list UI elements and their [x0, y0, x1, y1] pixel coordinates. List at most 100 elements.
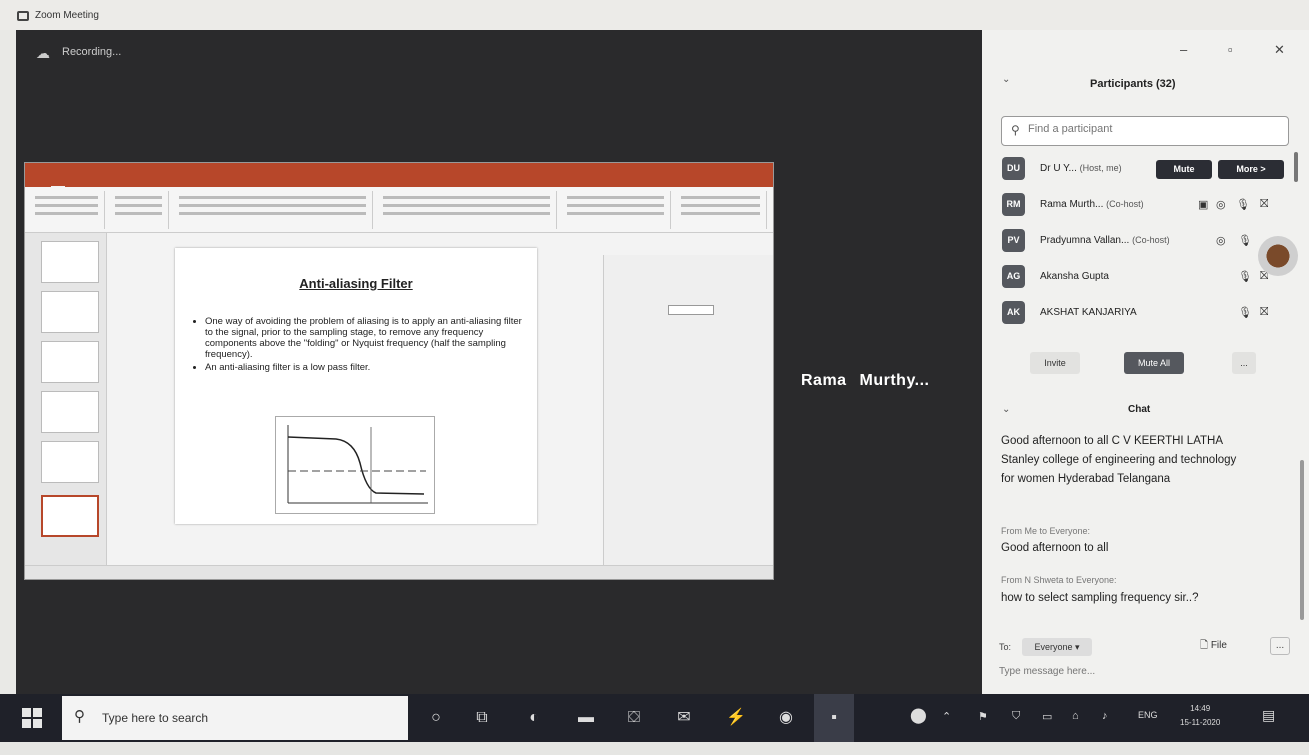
participant-name: Rama Murth... [1040, 199, 1104, 210]
participant-name: Dr U Y... [1040, 163, 1077, 174]
microphone-icon: 🎙 [1236, 199, 1250, 211]
taskbar-search-box[interactable]: ⚲ Type here to search [62, 696, 408, 740]
participant-row[interactable]: PV Pradyumna Vallan... (Co-host) ◎ 🎙 [998, 224, 1298, 258]
minimize-icon[interactable]: – [1180, 42, 1187, 57]
slide-bullet: One way of avoiding the problem of alias… [205, 316, 525, 360]
participant-role: (Co-host) [1106, 199, 1144, 209]
system-clock[interactable]: 14:49 15-11-2020 [1180, 702, 1220, 730]
language-indicator[interactable]: ENG [1138, 710, 1158, 720]
shield-icon[interactable]: ⛉ [1012, 710, 1020, 723]
invite-button[interactable]: Invite [1030, 352, 1080, 374]
participant-row[interactable]: DU Dr U Y... (Host, me) Mute More > [998, 152, 1298, 186]
chevron-down-icon[interactable]: ⌄ [1002, 74, 1010, 85]
chat-title: Chat [1128, 404, 1151, 415]
chat-message-input[interactable] [999, 666, 1289, 677]
tray-app-icon[interactable]: ⬤ [910, 706, 927, 724]
participant-row[interactable]: AK AKSHAT KANJARIYA 🎙 ⛝ [998, 296, 1298, 330]
chevron-down-icon[interactable]: ⌄ [1002, 404, 1010, 415]
recording-icon: ◎ [1216, 199, 1226, 211]
chat-message: Good afternoon to all [1001, 542, 1109, 554]
participant-role: (Host, me) [1079, 163, 1122, 173]
file-explorer-icon[interactable]: ▬ [574, 706, 598, 730]
avatar: PV [1002, 229, 1025, 252]
mute-all-button[interactable]: Mute All [1124, 352, 1184, 374]
chrome-icon[interactable]: ◉ [774, 706, 798, 730]
side-panel: – ▫ ✕ ⌄ Participants (32) ⚲ DU Dr U Y...… [982, 30, 1309, 694]
participants-overflow-button[interactable]: ... [1232, 352, 1256, 374]
close-icon[interactable]: ✕ [1274, 42, 1285, 58]
battery-icon[interactable]: ▭ [1042, 710, 1052, 723]
file-button[interactable]: 🗋 File [1200, 638, 1227, 655]
chat-sender: From N Shweta to Everyone: [1001, 575, 1117, 585]
participant-list: DU Dr U Y... (Host, me) Mute More > RM R… [998, 152, 1298, 330]
slide-thumbnail[interactable] [41, 391, 99, 433]
mute-button[interactable]: Mute [1156, 160, 1212, 179]
taskbar-search-placeholder: Type here to search [102, 711, 209, 725]
microphone-muted-icon: 🎙 [1238, 307, 1252, 319]
zoom-camera-icon: ▪ [831, 709, 837, 726]
notification-icon[interactable]: ▤ [1262, 707, 1275, 724]
participant-list-scrollbar[interactable] [1294, 152, 1298, 182]
participant-row[interactable]: AG Akansha Gupta 🎙 ⛝ [998, 260, 1298, 294]
edge-browser-icon[interactable]: ◐ [522, 706, 546, 730]
chat-scrollbar[interactable] [1300, 460, 1304, 620]
participant-name: AKSHAT KANJARIYA [1040, 307, 1137, 318]
participant-name: Akansha Gupta [1040, 271, 1109, 282]
network-icon[interactable]: ⌂ [1072, 710, 1079, 722]
slide-thumbnails [25, 233, 107, 565]
ppt-status-bar [25, 565, 773, 579]
windows-start-icon[interactable] [22, 708, 42, 728]
participant-search-input[interactable] [1028, 123, 1278, 135]
design-ideas-pane [603, 255, 773, 567]
ppt-ribbon [25, 187, 773, 233]
slide-thumbnail[interactable] [41, 341, 99, 383]
participant-row[interactable]: RM Rama Murth... (Co-host) ▣ ◎ 🎙 ⛝ [998, 188, 1298, 222]
microphone-muted-icon: 🎙 [1238, 271, 1252, 283]
microphone-muted-icon: 🎙 [1238, 235, 1252, 247]
chat-message: Good afternoon to all C V KEERTHI LATHA … [1001, 435, 1237, 485]
cortana-icon[interactable]: ○ [424, 706, 448, 730]
participants-title: Participants (32) [1090, 78, 1176, 90]
current-slide: Anti-aliasing Filter One way of avoiding… [175, 248, 537, 524]
chat-more-button[interactable]: ... [1270, 637, 1290, 655]
chat-recipient-dropdown[interactable]: Everyone ▾ [1022, 638, 1092, 656]
clock-time: 14:49 [1190, 704, 1211, 713]
windows-taskbar: ⚲ Type here to search ○ ⧉ ◐ ▬ ⛋ ✉ ⚡ ◉ ▪ … [0, 694, 1309, 742]
more-button[interactable]: More > [1218, 160, 1284, 179]
slide-thumbnail[interactable] [41, 241, 99, 283]
pin-icon[interactable]: ⚑ [978, 710, 988, 723]
participant-search-box[interactable]: ⚲ [1001, 116, 1289, 146]
clock-date: 15-11-2020 [1180, 718, 1221, 727]
slide-bullet: An anti-aliasing filter is a low pass fi… [205, 362, 525, 373]
chat-sender: From Me to Everyone: [1001, 526, 1091, 536]
chat-recipient-label: To: [999, 642, 1012, 652]
zoom-taskbar-button[interactable]: ▪ [814, 694, 854, 742]
mail-icon[interactable]: ✉ [672, 706, 696, 730]
file-icon: 🗋 [1200, 640, 1209, 651]
chevron-up-icon[interactable]: ⌃ [942, 710, 951, 723]
zoom-screen: Zoom Meeting ☁ Recording... Anti-aliasin… [0, 0, 1309, 755]
task-view-icon[interactable]: ⧉ [470, 706, 494, 730]
shared-powerpoint-window: Anti-aliasing Filter One way of avoiding… [24, 162, 774, 580]
shared-screen-area: ☁ Recording... Anti-aliasing Filter • On… [16, 30, 982, 694]
chat-message: how to select sampling frequency sir..? [1001, 592, 1199, 604]
design-pane-button[interactable] [668, 305, 714, 315]
slide-title: Anti-aliasing Filter [299, 276, 413, 291]
store-icon[interactable]: ⛋ [622, 706, 646, 730]
avatar: RM [1002, 193, 1025, 216]
slide-thumbnail[interactable] [41, 441, 99, 483]
lightning-app-icon[interactable]: ⚡ [724, 706, 748, 730]
slide-thumbnail[interactable] [41, 291, 99, 333]
active-speaker-name: Rama Murthy... [801, 372, 930, 389]
photo-border [0, 742, 1309, 755]
maximize-icon[interactable]: ▫ [1228, 42, 1233, 57]
slide-bullets: One way of avoiding the problem of alias… [193, 316, 525, 375]
participant-role: (Co-host) [1132, 235, 1170, 245]
search-icon: ⚲ [74, 708, 85, 725]
volume-icon[interactable]: ♪ [1102, 710, 1108, 722]
ppt-ribbon-tabs [25, 177, 773, 192]
webcam-thumbnail [1258, 236, 1298, 276]
slide-thumbnail-selected[interactable] [41, 495, 99, 537]
lowpass-filter-graph [275, 416, 435, 514]
recording-icon: ◎ [1216, 235, 1226, 247]
